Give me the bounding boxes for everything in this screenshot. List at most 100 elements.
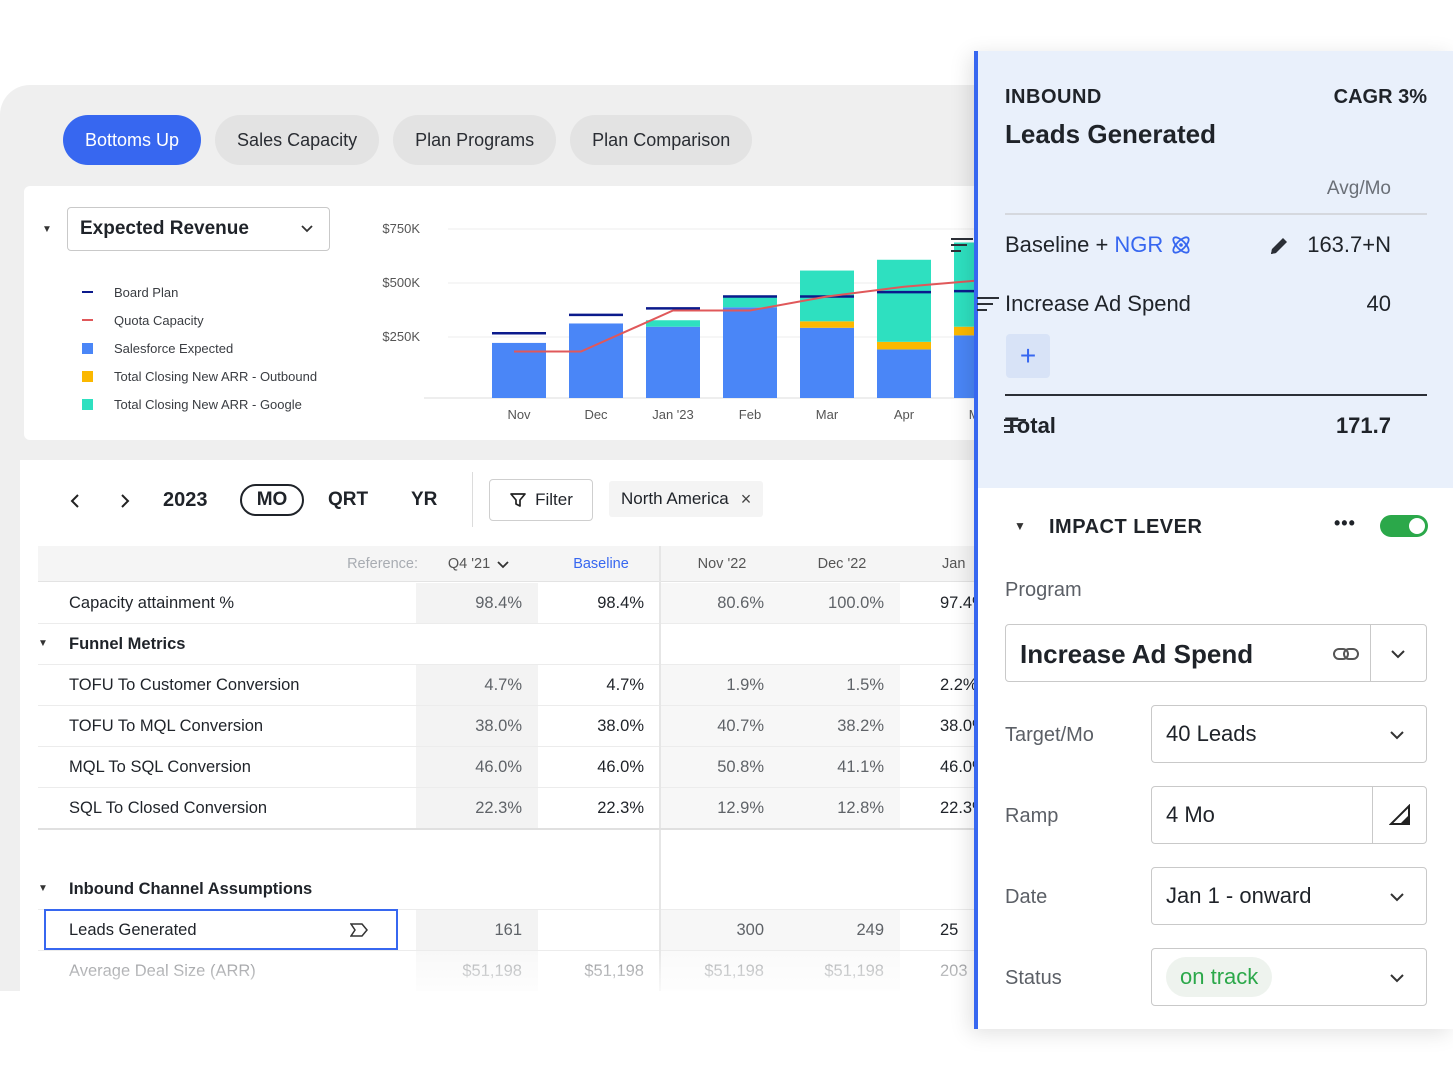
tab-sales-capacity[interactable]: Sales Capacity bbox=[215, 115, 380, 165]
row-label: MQL To SQL Conversion bbox=[69, 757, 251, 776]
table-cell-base[interactable] bbox=[538, 910, 660, 950]
legend-swatch bbox=[81, 398, 93, 410]
ramp-icon[interactable] bbox=[1389, 804, 1411, 826]
reference-header: Reference: bbox=[347, 556, 418, 572]
view-tabs: Bottoms Up Sales Capacity Plan Programs … bbox=[63, 115, 753, 165]
q4-header-label: Q4 '21 bbox=[447, 556, 491, 572]
baseline-value: 163.7+N bbox=[1307, 232, 1391, 257]
ramp-input[interactable]: 4 Mo bbox=[1151, 786, 1427, 844]
table-cell-dec[interactable]: 41.1% bbox=[780, 747, 900, 787]
status-select[interactable]: on track bbox=[1151, 948, 1427, 1006]
panel-title: Leads Generated bbox=[1005, 119, 1216, 149]
close-icon[interactable]: × bbox=[741, 489, 752, 510]
filter-button[interactable]: Filter bbox=[489, 479, 593, 521]
impact-lever-title: IMPACT LEVER bbox=[1049, 516, 1203, 538]
divider bbox=[1005, 213, 1427, 215]
lever-panel: INBOUND CAGR 3% Leads Generated Avg/Mo B… bbox=[951, 51, 1453, 1029]
legend-item: Salesforce Expected bbox=[80, 334, 317, 362]
filter-chip: North America × bbox=[609, 481, 764, 517]
table-cell-nov[interactable]: 300 bbox=[660, 910, 780, 950]
more-icon[interactable]: ••• bbox=[1334, 513, 1356, 534]
breakdown-icon[interactable] bbox=[1003, 418, 1026, 435]
chevron-down-icon bbox=[1390, 974, 1404, 983]
table-cell-ref[interactable]: 38.0% bbox=[416, 706, 538, 746]
table-cell-base[interactable]: 98.4% bbox=[538, 583, 660, 623]
breakdown-icon[interactable] bbox=[977, 296, 1000, 313]
chevron-down-icon bbox=[1390, 893, 1404, 902]
panel-summary: INBOUND CAGR 3% Leads Generated Avg/Mo B… bbox=[951, 51, 1453, 488]
period-yr[interactable]: YR bbox=[411, 489, 437, 511]
q4-header[interactable]: Q4 '21 bbox=[418, 546, 540, 582]
table-row: 161 300 249 25 Leads Generated bbox=[38, 909, 1000, 951]
metric-select-value: Expected Revenue bbox=[80, 218, 249, 239]
table-cell-dec[interactable]: 100.0% bbox=[780, 583, 900, 623]
table-cell-nov[interactable]: 80.6% bbox=[660, 583, 780, 623]
ramp-label: Ramp bbox=[1005, 805, 1059, 827]
table-cell-dec[interactable]: 249 bbox=[780, 910, 900, 950]
date-select[interactable]: Jan 1 - onward bbox=[1151, 867, 1427, 925]
legend-swatch bbox=[81, 319, 93, 321]
section-divider bbox=[38, 828, 1000, 830]
table-cell-dec[interactable]: 38.2% bbox=[780, 706, 900, 746]
lever-toggle[interactable] bbox=[1380, 515, 1428, 537]
metric-select[interactable]: Expected Revenue bbox=[67, 207, 330, 251]
row-label: TOFU To Customer Conversion bbox=[69, 675, 300, 694]
legend-label: Board Plan bbox=[114, 284, 179, 300]
target-label: Target/Mo bbox=[1005, 724, 1094, 746]
table-cell-nov[interactable]: 40.7% bbox=[660, 706, 780, 746]
tab-bottoms-up[interactable]: Bottoms Up bbox=[63, 115, 202, 165]
table-cell-base[interactable]: 4.7% bbox=[538, 665, 660, 705]
legend-item: Total Closing New ARR - Google bbox=[80, 390, 317, 418]
table-cell-ref[interactable]: 98.4% bbox=[416, 583, 538, 623]
column-divider bbox=[659, 546, 661, 991]
table-cell-dec[interactable]: 12.8% bbox=[780, 788, 900, 828]
table-cell-dec[interactable]: 1.5% bbox=[780, 665, 900, 705]
row-label: TOFU To MQL Conversion bbox=[69, 716, 264, 735]
table-row: 46.0% 46.0% 50.8% 41.1% 46.0% MQL To SQL Conv… bbox=[38, 747, 1000, 788]
table-cell-ref[interactable]: 46.0% bbox=[416, 747, 538, 787]
period-qrt[interactable]: QRT bbox=[328, 489, 368, 511]
collapse-caret-icon[interactable]: ▼ bbox=[38, 638, 48, 649]
tab-plan-programs[interactable]: Plan Programs bbox=[393, 115, 557, 165]
collapse-caret-icon[interactable]: ▼ bbox=[1014, 519, 1026, 533]
chevron-right-icon[interactable] bbox=[118, 493, 132, 509]
section-label: Inbound Channel Assumptions bbox=[69, 879, 313, 898]
select-divider bbox=[1370, 625, 1371, 681]
table-cell-ref[interactable]: 4.7% bbox=[416, 665, 538, 705]
table-cell-base[interactable]: 46.0% bbox=[538, 747, 660, 787]
target-select[interactable]: 40 Leads bbox=[1151, 705, 1427, 763]
row-label[interactable]: Leads Generated bbox=[69, 910, 197, 950]
table-cell-nov[interactable]: 1.9% bbox=[660, 665, 780, 705]
tab-plan-comparison[interactable]: Plan Comparison bbox=[570, 115, 753, 165]
pencil-icon[interactable] bbox=[1267, 234, 1291, 258]
breakdown-icon[interactable] bbox=[951, 237, 973, 254]
tag-icon[interactable] bbox=[350, 923, 368, 937]
filter-label: Filter bbox=[535, 490, 573, 509]
collapse-caret-icon[interactable]: ▼ bbox=[38, 883, 48, 894]
increase-ad-spend-value: 40 bbox=[1366, 291, 1391, 316]
table-cell-ref[interactable]: 22.3% bbox=[416, 788, 538, 828]
filter-icon bbox=[510, 493, 526, 507]
year-label[interactable]: 2023 bbox=[163, 489, 208, 512]
program-value: Increase Ad Spend bbox=[1020, 639, 1254, 669]
chart-legend: Board Plan Quota Capacity Salesforce Exp… bbox=[80, 278, 317, 418]
date-label: Date bbox=[1005, 886, 1048, 908]
add-lever-button[interactable]: + bbox=[1006, 334, 1050, 378]
date-value: Jan 1 - onward bbox=[1166, 883, 1312, 908]
table-cell-ref[interactable]: 161 bbox=[416, 910, 538, 950]
table-cell-nov[interactable]: 50.8% bbox=[660, 747, 780, 787]
x-tick-label: Dec bbox=[584, 407, 608, 422]
section-label: Funnel Metrics bbox=[69, 634, 186, 653]
collapse-caret-icon[interactable]: ▼ bbox=[42, 224, 52, 235]
y-tick-label: $250K bbox=[382, 329, 420, 344]
ngr-label[interactable]: NGR bbox=[1114, 232, 1163, 258]
chevron-left-icon[interactable] bbox=[68, 493, 82, 509]
atom-icon[interactable] bbox=[1169, 233, 1193, 257]
table-cell-nov[interactable]: 12.9% bbox=[660, 788, 780, 828]
table-cell-base[interactable]: 22.3% bbox=[538, 788, 660, 828]
table-cell-base[interactable]: 38.0% bbox=[538, 706, 660, 746]
status-label: Status bbox=[1005, 967, 1062, 989]
program-select[interactable]: Increase Ad Spend bbox=[1005, 624, 1427, 682]
link-icon[interactable] bbox=[1332, 644, 1360, 664]
period-mo[interactable]: MO bbox=[240, 484, 304, 516]
